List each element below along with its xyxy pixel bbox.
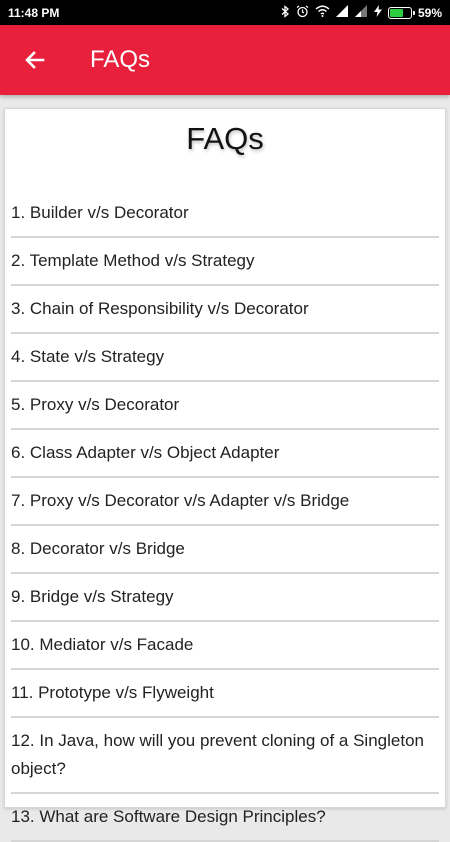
- signal-icon: [335, 5, 349, 20]
- faq-card: FAQs 1. Builder v/s Decorator 2. Templat…: [4, 108, 446, 842]
- status-bar: 11:48 PM 59%: [0, 0, 450, 25]
- faq-heading: FAQs: [186, 121, 264, 156]
- bluetooth-icon: [281, 4, 290, 21]
- faq-item[interactable]: 8. Decorator v/s Bridge: [11, 526, 439, 574]
- charging-icon: [373, 5, 382, 20]
- status-time: 11:48 PM: [8, 5, 60, 20]
- back-button[interactable]: [0, 25, 70, 95]
- faq-item[interactable]: 4. State v/s Strategy: [11, 334, 439, 382]
- page-title: FAQs: [90, 46, 151, 73]
- faq-item[interactable]: 13. What are Software Design Principles?: [11, 794, 439, 842]
- battery-icon: [387, 6, 415, 19]
- faq-item[interactable]: 5. Proxy v/s Decorator: [11, 382, 439, 430]
- faq-item[interactable]: 1. Builder v/s Decorator: [11, 190, 439, 238]
- arrow-left-icon: [25, 51, 45, 69]
- app-bar: FAQs: [0, 25, 450, 95]
- wifi-icon: [315, 5, 330, 20]
- faq-item[interactable]: 2. Template Method v/s Strategy: [11, 238, 439, 286]
- faq-item[interactable]: 7. Proxy v/s Decorator v/s Adapter v/s B…: [11, 478, 439, 526]
- signal-icon: [354, 5, 368, 20]
- faq-item[interactable]: 11. Prototype v/s Flyweight: [11, 670, 439, 718]
- status-icons: 59%: [281, 4, 442, 21]
- faq-item[interactable]: 6. Class Adapter v/s Object Adapter: [11, 430, 439, 478]
- faq-list: 1. Builder v/s Decorator 2. Template Met…: [5, 190, 445, 842]
- faq-item[interactable]: 12. In Java, how will you prevent clonin…: [11, 718, 439, 794]
- faq-item[interactable]: 3. Chain of Responsibility v/s Decorator: [11, 286, 439, 334]
- battery-level: [389, 8, 403, 17]
- faq-item[interactable]: 10. Mediator v/s Facade: [11, 622, 439, 670]
- alarm-icon: [296, 5, 309, 21]
- battery-percent: 59%: [417, 5, 442, 20]
- faq-item[interactable]: 9. Bridge v/s Strategy: [11, 574, 439, 622]
